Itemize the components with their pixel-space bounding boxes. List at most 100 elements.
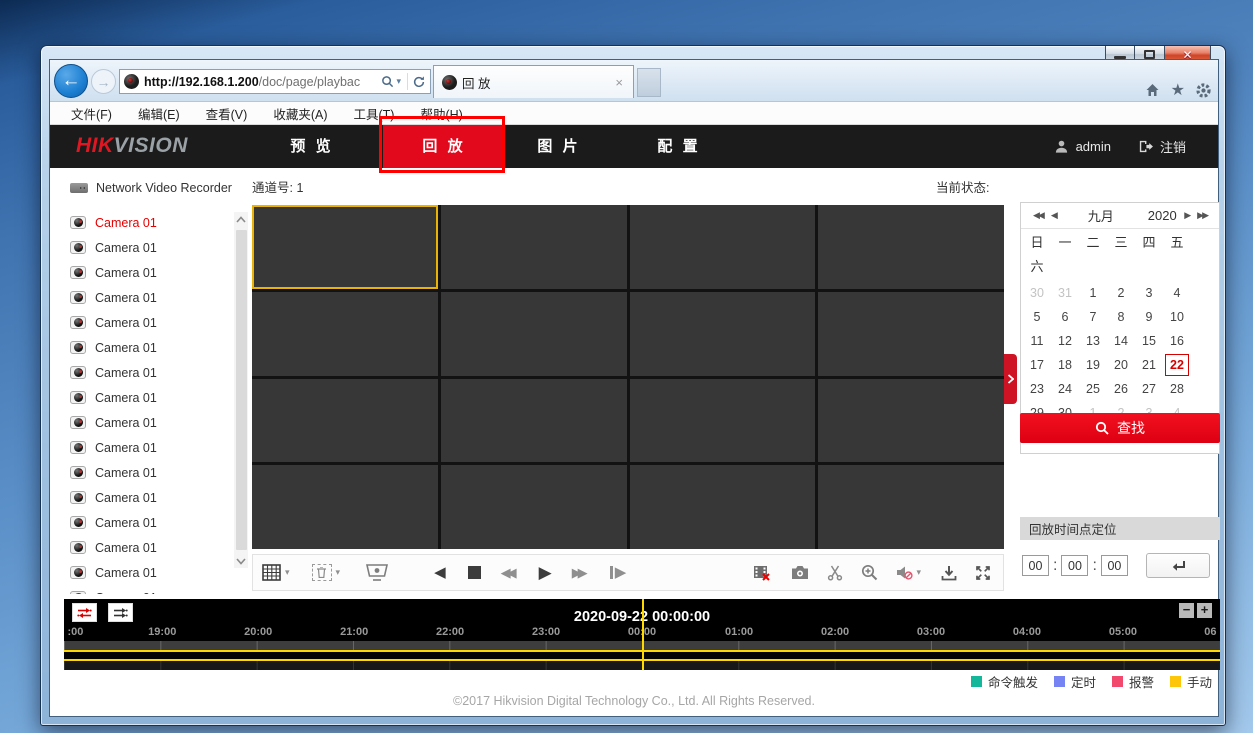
forward-button[interactable]: → xyxy=(91,69,116,94)
address-bar[interactable]: http://192.168.1.200 /doc/page/playbac ▾ xyxy=(119,69,431,94)
calendar-day[interactable]: 8 xyxy=(1107,305,1135,329)
back-button[interactable]: ← xyxy=(54,64,88,98)
search-icon[interactable] xyxy=(381,75,394,88)
video-panel[interactable] xyxy=(252,292,438,376)
camera-list-item[interactable]: Camera 01 xyxy=(70,510,230,535)
stop-button[interactable] xyxy=(468,566,481,579)
calendar-day[interactable]: 5 xyxy=(1023,305,1051,329)
hour-input[interactable] xyxy=(1022,555,1049,576)
scrollbar-thumb[interactable] xyxy=(236,230,247,550)
refresh-icon[interactable] xyxy=(412,75,426,89)
scroll-down-icon[interactable] xyxy=(234,554,248,568)
user-account[interactable]: admin xyxy=(1054,139,1111,154)
calendar-day[interactable]: 7 xyxy=(1079,305,1107,329)
snapshot-button[interactable] xyxy=(791,565,809,580)
calendar-day[interactable]: 27 xyxy=(1135,377,1163,401)
download-button[interactable] xyxy=(941,565,957,581)
reverse-play-button[interactable]: ◀ xyxy=(434,565,446,580)
minute-input[interactable] xyxy=(1061,555,1088,576)
second-input[interactable] xyxy=(1101,555,1128,576)
calendar-day[interactable]: 28 xyxy=(1163,377,1191,401)
calendar-day[interactable]: 30 xyxy=(1023,281,1051,305)
calendar-day[interactable]: 15 xyxy=(1135,329,1163,353)
device-tree-root[interactable]: Network Video Recorder xyxy=(70,181,232,195)
video-panel[interactable] xyxy=(818,465,1004,549)
menu-item[interactable]: 查看(V) xyxy=(193,104,261,123)
video-panel[interactable] xyxy=(441,292,627,376)
calendar-day[interactable]: 31 xyxy=(1051,281,1079,305)
calendar-day[interactable]: 4 xyxy=(1163,281,1191,305)
calendar-day[interactable]: 12 xyxy=(1051,329,1079,353)
camera-list-item[interactable]: Camera 01 xyxy=(70,260,230,285)
camera-list-item[interactable]: Camera 01 xyxy=(70,235,230,260)
panel-collapse-button[interactable] xyxy=(1004,354,1017,404)
calendar-day[interactable]: 24 xyxy=(1051,377,1079,401)
calendar-day[interactable]: 2 xyxy=(1107,281,1135,305)
camera-list-item[interactable]: Camera 01 xyxy=(70,360,230,385)
calendar-day[interactable]: 25 xyxy=(1079,377,1107,401)
tab-close-icon[interactable]: × xyxy=(613,75,625,90)
video-panel[interactable] xyxy=(441,205,627,289)
video-panel[interactable] xyxy=(818,379,1004,463)
camera-list-item[interactable]: Camera 01 xyxy=(70,410,230,435)
camera-list-item[interactable]: Camera 01 xyxy=(70,460,230,485)
calendar-day[interactable]: 21 xyxy=(1135,353,1163,377)
calendar-day[interactable]: 13 xyxy=(1079,329,1107,353)
fullscreen-button[interactable] xyxy=(975,565,991,581)
favorites-star-icon[interactable]: ★ xyxy=(1171,80,1185,100)
video-panel[interactable] xyxy=(630,379,816,463)
video-panel[interactable] xyxy=(252,379,438,463)
camera-list-item[interactable]: Camera 01 xyxy=(70,435,230,460)
video-panel[interactable] xyxy=(818,292,1004,376)
stop-all-button[interactable]: ▾ xyxy=(312,564,343,581)
menu-item[interactable]: 文件(F) xyxy=(58,104,125,123)
camera-list-item[interactable]: Camera 01 xyxy=(70,585,230,594)
calendar-day[interactable]: 18 xyxy=(1051,353,1079,377)
new-tab-button[interactable] xyxy=(637,68,661,97)
calendar-day[interactable]: 26 xyxy=(1107,377,1135,401)
layout-grid-button[interactable]: ▾ xyxy=(262,564,292,581)
prev-month-button[interactable]: ◀ xyxy=(1047,210,1060,221)
search-button[interactable]: 查找 xyxy=(1020,413,1220,443)
camera-list-item[interactable]: Camera 01 xyxy=(70,560,230,585)
calendar-day[interactable]: 3 xyxy=(1135,281,1163,305)
video-panel[interactable] xyxy=(252,205,438,289)
play-button[interactable]: ▶ xyxy=(539,564,552,581)
calendar-day[interactable]: 20 xyxy=(1107,353,1135,377)
nav-tab[interactable]: 图 片 xyxy=(498,125,620,168)
prev-year-button[interactable]: ◀◀ xyxy=(1029,210,1047,221)
nav-tab[interactable]: 配 置 xyxy=(618,125,740,168)
calendar-day[interactable]: 19 xyxy=(1079,353,1107,377)
camera-list-item[interactable]: Camera 01 xyxy=(70,535,230,560)
calendar-day[interactable]: 1 xyxy=(1079,281,1107,305)
video-panel[interactable] xyxy=(818,205,1004,289)
home-icon[interactable] xyxy=(1144,82,1161,98)
menu-item[interactable]: 收藏夹(A) xyxy=(260,104,340,123)
calendar-day[interactable]: 14 xyxy=(1107,329,1135,353)
frame-step-button[interactable]: ▶ xyxy=(610,565,627,580)
menu-item[interactable]: 编辑(E) xyxy=(125,104,193,123)
calendar-day[interactable]: 11 xyxy=(1023,329,1051,353)
camera-list-item[interactable]: Camera 01 xyxy=(70,485,230,510)
timeline-playhead[interactable] xyxy=(642,599,644,670)
playback-timeline[interactable]: − + 2020-09-22 00:00:00 :0019:0020:0021:… xyxy=(64,599,1220,670)
video-panel[interactable] xyxy=(441,465,627,549)
calendar-day[interactable]: 17 xyxy=(1023,353,1051,377)
video-panel[interactable] xyxy=(441,379,627,463)
video-panel[interactable] xyxy=(630,205,816,289)
calendar-day[interactable]: 23 xyxy=(1023,377,1051,401)
clip-button[interactable] xyxy=(827,565,843,581)
camera-list-item[interactable]: Camera 01 xyxy=(70,210,230,235)
settings-gear-icon[interactable] xyxy=(1195,82,1212,99)
preview-monitor-button[interactable] xyxy=(366,564,388,581)
logout-button[interactable]: 注销 xyxy=(1137,137,1186,156)
calendar-day[interactable]: 16 xyxy=(1163,329,1191,353)
calendar-day[interactable]: 10 xyxy=(1163,305,1191,329)
stop-record-button[interactable] xyxy=(753,565,771,581)
calendar-day[interactable]: 9 xyxy=(1135,305,1163,329)
camera-list-item[interactable]: Camera 01 xyxy=(70,310,230,335)
camera-list-item[interactable]: Camera 01 xyxy=(70,385,230,410)
nav-tab[interactable]: 预 览 xyxy=(251,125,373,168)
scroll-up-icon[interactable] xyxy=(234,212,248,226)
next-year-button[interactable]: ▶▶ xyxy=(1193,210,1211,221)
